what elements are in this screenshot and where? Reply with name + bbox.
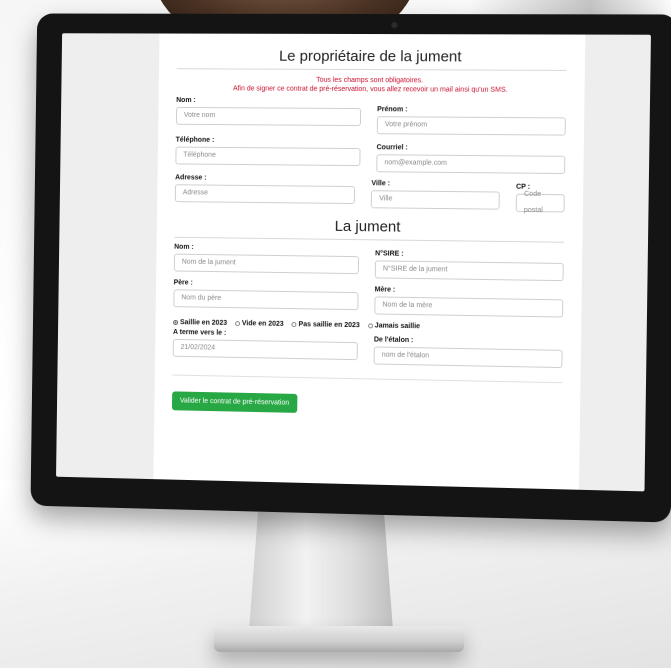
owner-prenom-label: Prénom : (377, 106, 566, 114)
monitor-stand-neck (246, 512, 396, 630)
owner-courriel-input[interactable]: nom@example.com (376, 154, 565, 174)
radio-label: Pas saillie en 2023 (299, 321, 360, 329)
submit-button[interactable]: Valider le contrat de pré-réservation (172, 391, 297, 413)
owner-telephone-label: Téléphone : (176, 137, 361, 145)
radio-label: Vide en 2023 (242, 320, 284, 328)
mare-section-title: La jument (174, 216, 564, 238)
radio-selected-icon (173, 320, 178, 325)
divider (174, 237, 564, 243)
etalon-input[interactable]: nom de l'étalon (374, 346, 563, 368)
divider (177, 68, 567, 71)
monitor: Le propriétaire de la jument Tous les ch… (30, 14, 671, 523)
radio-unselected-icon (235, 321, 240, 326)
mare-pere-label: Père : (174, 279, 359, 289)
required-notice: Tous les champs sont obligatoires. Afin … (176, 75, 566, 95)
mare-pere-input[interactable]: Nom du père (173, 289, 358, 310)
monitor-screen: Le propriétaire de la jument Tous les ch… (56, 33, 651, 491)
radio-pas-saillie-2023[interactable]: Pas saillie en 2023 (292, 321, 360, 329)
mare-sire-input[interactable]: N°SIRE de la jument (375, 260, 564, 281)
mare-nom-label: Nom : (174, 244, 359, 253)
mare-mere-label: Mère : (375, 286, 564, 296)
term-date-label: A terme vers le : (173, 329, 358, 339)
owner-nom-input[interactable]: Votre nom (176, 107, 361, 126)
radio-label: Jamais saillie (375, 322, 420, 330)
etalon-label: De l'étalon : (374, 336, 563, 346)
camera-icon (391, 22, 397, 28)
radio-saillie-2023[interactable]: Saillie en 2023 (173, 319, 227, 327)
owner-nom-label: Nom : (176, 97, 361, 105)
radio-jamais-saillie[interactable]: Jamais saillie (368, 322, 420, 330)
radio-vide-2023[interactable]: Vide en 2023 (235, 320, 284, 328)
mare-nom-input[interactable]: Nom de la jument (174, 254, 359, 275)
term-date-input[interactable]: 21/02/2024 (173, 339, 358, 360)
monitor-stand-base (214, 626, 464, 652)
reservation-form: Le propriétaire de la jument Tous les ch… (153, 34, 585, 490)
owner-ville-label: Ville : (371, 180, 500, 188)
mare-sire-label: N°SIRE : (375, 250, 564, 260)
divider (172, 375, 562, 384)
owner-cp-input[interactable]: Code postal (516, 194, 565, 213)
radio-unselected-icon (368, 323, 373, 328)
owner-ville-input[interactable]: Ville (371, 190, 500, 209)
owner-adresse-input[interactable]: Adresse (175, 184, 356, 204)
owner-telephone-input[interactable]: Téléphone (175, 147, 360, 167)
radio-label: Saillie en 2023 (180, 319, 227, 327)
radio-unselected-icon (292, 322, 297, 327)
owner-section-title: Le propriétaire de la jument (177, 47, 567, 65)
notice-line-2: Afin de signer ce contrat de pré-réserva… (176, 84, 566, 95)
owner-courriel-label: Courriel : (377, 144, 566, 153)
owner-adresse-label: Adresse : (175, 174, 355, 183)
mare-mere-input[interactable]: Nom de la mère (374, 296, 563, 317)
owner-prenom-input[interactable]: Votre prénom (377, 116, 566, 135)
